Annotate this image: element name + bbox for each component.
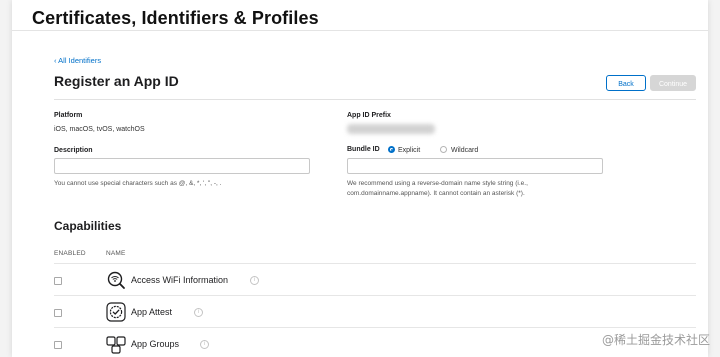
capability-name: Access WiFi Information	[131, 275, 229, 285]
capability-name: App Attest	[131, 307, 173, 317]
capabilities-title: Capabilities	[54, 219, 122, 233]
wildcard-radio[interactable]	[440, 146, 447, 153]
app-id-prefix-label: App ID Prefix	[347, 112, 391, 119]
platform-label: Platform	[54, 112, 83, 119]
capability-checkbox[interactable]	[54, 277, 62, 285]
info-icon[interactable]: i	[250, 276, 259, 285]
capability-row: App Attest i	[54, 295, 696, 328]
developer-portal-window: Certificates, Identifiers & Profiles ‹ A…	[12, 0, 708, 357]
page-title: Certificates, Identifiers & Profiles	[32, 8, 319, 28]
capability-name: App Groups	[131, 339, 180, 349]
platform-value: iOS, macOS, tvOS, watchOS	[54, 126, 145, 133]
shield-check-icon	[106, 302, 126, 322]
bundle-id-input[interactable]	[347, 158, 603, 174]
capability-row: App Groups i	[54, 327, 696, 357]
app-groups-icon	[106, 336, 126, 354]
capability-checkbox[interactable]	[54, 309, 62, 317]
app-id-prefix-value-redacted	[347, 124, 435, 134]
explicit-radio[interactable]	[388, 146, 395, 153]
all-identifiers-link[interactable]: ‹ All Identifiers	[54, 56, 101, 65]
name-column-header: NAME	[106, 250, 126, 257]
description-label: Description	[54, 147, 93, 154]
wifi-search-icon	[107, 271, 125, 289]
portal-header: Certificates, Identifiers & Profiles	[12, 0, 708, 31]
info-icon[interactable]: i	[200, 340, 209, 349]
continue-button[interactable]: Continue	[650, 75, 696, 91]
watermark-text: @稀土掘金技术社区	[601, 333, 710, 347]
info-icon[interactable]: i	[194, 308, 203, 317]
bundle-id-hint-line-2: com.domainname.appname). It cannot conta…	[347, 190, 525, 197]
back-button[interactable]: Back	[606, 75, 646, 91]
form-divider	[54, 99, 696, 100]
form-title: Register an App ID	[54, 73, 179, 89]
bundle-id-hint-line-1: We recommend using a reverse-domain name…	[347, 180, 528, 187]
explicit-radio-label[interactable]: Explicit	[398, 147, 420, 154]
description-hint: You cannot use special characters such a…	[54, 180, 222, 187]
description-input[interactable]	[54, 158, 310, 174]
capability-checkbox[interactable]	[54, 341, 62, 349]
capability-row: Access WiFi Information i	[54, 263, 696, 296]
bundle-id-label: Bundle ID	[347, 146, 380, 153]
wildcard-radio-label[interactable]: Wildcard	[451, 147, 478, 154]
enabled-column-header: ENABLED	[54, 250, 86, 257]
